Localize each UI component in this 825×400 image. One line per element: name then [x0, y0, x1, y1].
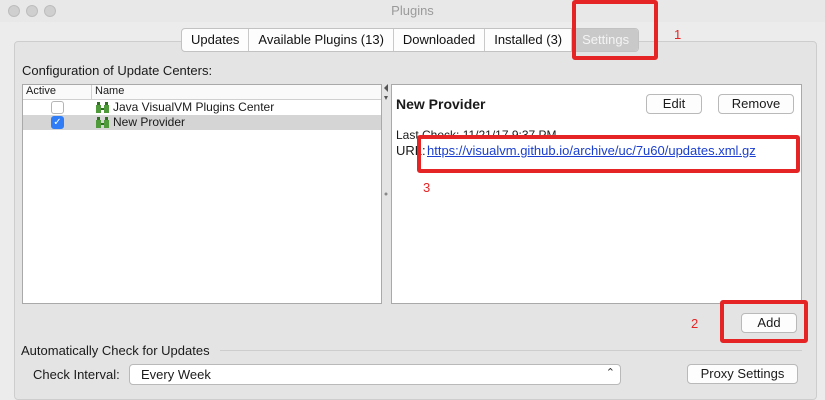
annotation-number: 3: [423, 180, 431, 195]
table-row[interactable]: Java VisualVM Plugins Center: [23, 100, 381, 115]
tab-updates[interactable]: Updates: [182, 29, 250, 51]
tab-downloaded[interactable]: Downloaded: [394, 29, 486, 51]
plugin-icon: [96, 117, 109, 128]
check-interval-select[interactable]: Every Week ⌃: [129, 364, 621, 385]
table-header: Active Name: [23, 85, 381, 100]
tab-installed[interactable]: Installed (3): [485, 29, 573, 51]
group-divider: [220, 350, 802, 351]
splitter-handle[interactable]: [383, 84, 389, 304]
active-checkbox-checked[interactable]: ✓: [51, 116, 64, 129]
annotation-box-url: [417, 135, 800, 173]
provider-title: New Provider: [396, 96, 486, 112]
column-divider: [91, 85, 92, 99]
annotation-number: 2: [691, 316, 699, 331]
annotation-number: 1: [674, 27, 682, 42]
tab-available-plugins[interactable]: Available Plugins (13): [249, 29, 394, 51]
annotation-box-settings: [572, 0, 658, 60]
proxy-settings-button[interactable]: Proxy Settings: [687, 364, 798, 384]
annotation-box-add: [720, 300, 808, 343]
table-row-selected[interactable]: ✓ New Provider: [23, 115, 381, 130]
column-header-name[interactable]: Name: [95, 85, 124, 97]
row-name: Java VisualVM Plugins Center: [113, 100, 275, 114]
column-header-active[interactable]: Active: [26, 85, 56, 97]
auto-check-group-label: Automatically Check for Updates: [21, 343, 210, 358]
check-interval-label: Check Interval:: [33, 367, 120, 382]
check-interval-value: Every Week: [141, 367, 211, 382]
updown-chevron-icon: ⌃: [605, 367, 615, 379]
remove-button[interactable]: Remove: [718, 94, 794, 114]
edit-button[interactable]: Edit: [646, 94, 702, 114]
update-centers-table: Active Name Java VisualVM Plugins Center…: [22, 84, 382, 304]
window-title: Plugins: [391, 3, 434, 18]
active-checkbox[interactable]: [51, 101, 64, 114]
row-name: New Provider: [113, 115, 186, 129]
config-label: Configuration of Update Centers:: [22, 63, 213, 78]
tab-bar: Updates Available Plugins (13) Downloade…: [181, 28, 640, 52]
provider-details-panel: [391, 84, 802, 304]
plugin-icon: [96, 102, 109, 113]
